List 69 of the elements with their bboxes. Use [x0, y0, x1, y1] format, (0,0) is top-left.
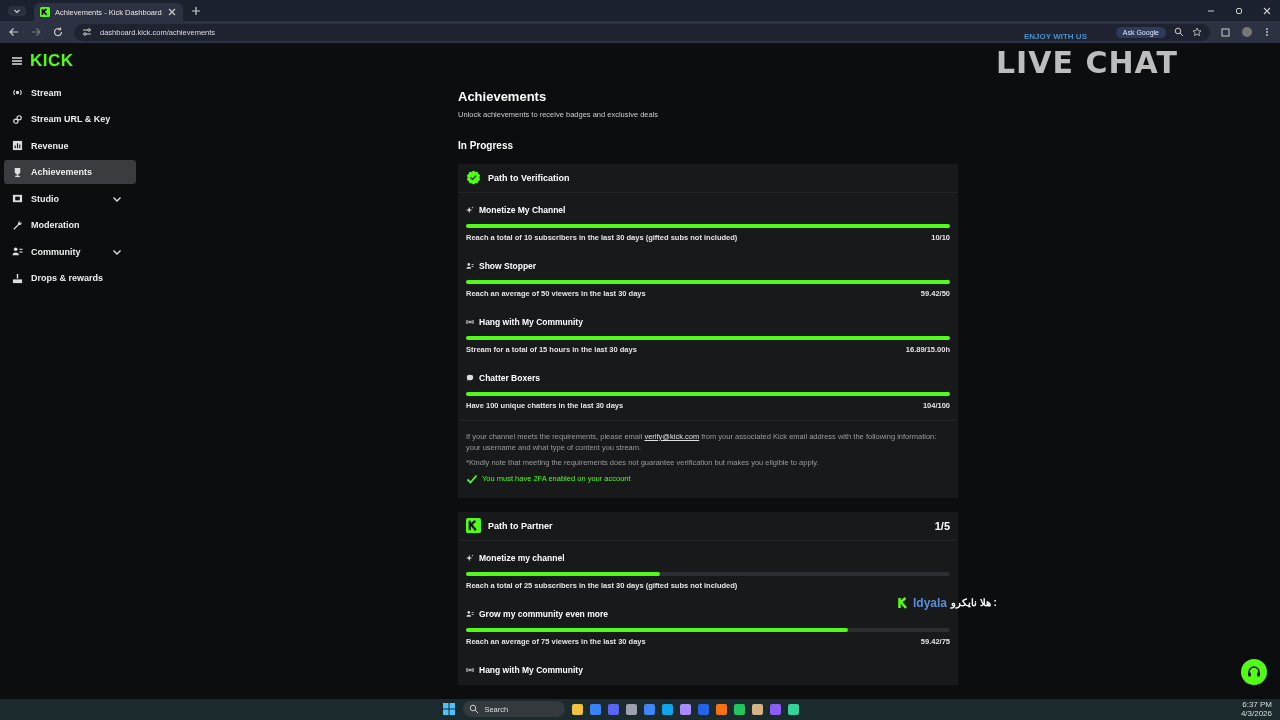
maximize-icon[interactable] [1234, 5, 1244, 16]
new-tab-icon[interactable] [190, 5, 201, 16]
achievement-title: Hang with My Community [479, 664, 583, 675]
kick-logo-icon [897, 596, 909, 609]
taskbar-app-icon[interactable] [716, 703, 728, 715]
broadcast-icon [466, 665, 474, 674]
profile-avatar[interactable] [1242, 27, 1252, 38]
chat-username: ldyala [913, 595, 948, 610]
chat-icon [466, 373, 474, 382]
progress-count: 1/5 [934, 519, 950, 532]
start-icon[interactable] [442, 702, 457, 717]
taskbar-app-icon[interactable] [626, 703, 638, 715]
kick-logo-icon [466, 518, 481, 534]
search-icon [469, 704, 480, 715]
achievement-title: Monetize my channel [479, 552, 565, 563]
chat-message: : هلا نايكرو [951, 597, 997, 609]
trophy-icon [12, 166, 23, 178]
sidebar-item[interactable]: Achievements [4, 160, 136, 185]
tab-list-icon[interactable] [8, 5, 26, 16]
close-icon[interactable] [166, 7, 177, 18]
clock-time: 6:37 PM [1242, 700, 1272, 710]
support-chat-button[interactable] [1241, 658, 1267, 685]
clock-date: 4/3/2026 [1240, 709, 1272, 719]
chart-icon [12, 140, 23, 152]
achievement-title: Grow my community even more [479, 608, 608, 619]
sidebar-item[interactable]: Stream URL & Key [4, 107, 136, 132]
card-title: Path to Verification [488, 172, 570, 183]
broadcast-icon [466, 317, 474, 326]
kick-logo[interactable]: KICK [30, 50, 74, 71]
section-heading: In Progress [458, 139, 515, 151]
taskbar-app-icon[interactable] [680, 703, 692, 715]
sidebar-item[interactable]: Stream [4, 80, 136, 105]
taskbar-app-icon[interactable] [788, 703, 800, 715]
sparkle-icon [466, 553, 474, 562]
taskbar-app-icon[interactable] [734, 703, 746, 715]
taskbar-app-icon[interactable] [590, 703, 602, 715]
achievement-title: Hang with My Community [479, 316, 583, 327]
overlay-heading: LIVE CHAT [996, 44, 1178, 80]
taskbar-app-icon[interactable] [644, 703, 656, 715]
reload-icon[interactable] [52, 26, 64, 39]
page-title: Achievements [458, 88, 548, 104]
kick-favicon-icon [40, 7, 50, 18]
achievement-title: Chatter Boxers [479, 372, 540, 383]
achievement-title: Show Stopper [479, 260, 537, 271]
zoom-icon[interactable] [1174, 27, 1184, 38]
wrench-icon [12, 219, 23, 231]
taskbar-app-icon[interactable] [662, 703, 674, 715]
sidebar-item[interactable]: Community [4, 239, 136, 264]
sidebar-item[interactable]: Studio [4, 186, 136, 211]
people-icon [466, 609, 474, 618]
people-icon [12, 246, 23, 258]
verified-badge-icon [466, 170, 481, 186]
sidebar-item[interactable]: Drops & rewards [4, 266, 136, 291]
headset-icon [1246, 663, 1262, 680]
sparkle-icon [466, 205, 474, 214]
sidebar-item[interactable]: Moderation [4, 213, 136, 238]
close-icon[interactable] [1262, 5, 1272, 16]
link-icon [12, 113, 23, 125]
studio-icon [12, 193, 23, 205]
card-title: Path to Partner [488, 520, 553, 531]
site-settings-icon[interactable] [82, 27, 92, 38]
sidebar-item[interactable]: Revenue [4, 133, 136, 158]
taskbar-app-icon[interactable] [572, 703, 584, 715]
overlay-tagline: ENJOY WITH US [1024, 31, 1087, 41]
star-icon[interactable] [1192, 27, 1202, 38]
people-icon [466, 261, 474, 270]
extensions-icon[interactable] [1220, 26, 1232, 39]
achievement-title: Monetize My Channel [479, 204, 566, 215]
taskbar-app-icon[interactable] [752, 703, 764, 715]
